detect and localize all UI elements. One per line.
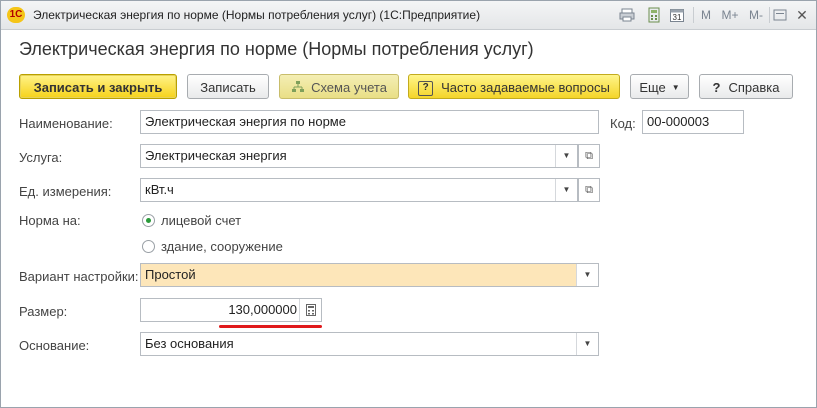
save-and-close-button[interactable]: Записать и закрыть <box>19 74 177 99</box>
norm-label: Норма на: <box>19 213 81 228</box>
memory-plus-button[interactable]: M+ <box>719 7 741 23</box>
unit-label: Ед. измерения: <box>19 184 112 199</box>
name-label: Наименование: <box>19 116 113 131</box>
size-label: Размер: <box>19 304 68 319</box>
unit-open-icon[interactable]: ⧉ <box>578 178 600 202</box>
more-button[interactable]: Еще ▼ <box>630 74 689 99</box>
print-icon[interactable] <box>619 7 635 23</box>
page-title: Электрическая энергия по норме (Нормы по… <box>19 39 534 59</box>
service-label: Услуга: <box>19 150 63 165</box>
unit-dropdown-icon[interactable]: ▼ <box>555 179 577 201</box>
annotation-underline <box>219 325 322 328</box>
app-window: 1С Электрическая энергия по норме (Нормы… <box>0 0 817 408</box>
basis-dropdown-icon[interactable]: ▼ <box>576 333 598 355</box>
window-title: Электрическая энергия по норме (Нормы по… <box>33 8 481 22</box>
calendar-day: 31 <box>672 13 682 22</box>
calculator-icon[interactable] <box>646 7 662 23</box>
toolbar-separator <box>769 7 770 23</box>
radio-building[interactable] <box>142 240 155 253</box>
memory-minus-button[interactable]: M- <box>746 7 766 23</box>
chevron-down-icon: ▼ <box>671 83 680 92</box>
help-label: Справка <box>728 80 780 95</box>
service-open-icon[interactable]: ⧉ <box>578 144 600 168</box>
radio-personal-account[interactable] <box>142 214 155 227</box>
more-label: Еще <box>639 80 666 95</box>
faq-label: Часто задаваемые вопросы <box>441 80 610 95</box>
variant-label: Вариант настройки: <box>19 269 139 284</box>
close-icon[interactable]: ✕ <box>795 7 809 23</box>
unit-field[interactable]: кВт.ч ▼ <box>140 178 578 202</box>
service-dropdown-icon[interactable]: ▼ <box>555 145 577 167</box>
help-question-icon: ? <box>712 80 721 95</box>
save-button[interactable]: Записать <box>187 74 269 99</box>
size-value: 130,000000 <box>228 302 297 317</box>
faq-button[interactable]: ? Часто задаваемые вопросы <box>408 74 620 99</box>
basis-label: Основание: <box>19 338 90 353</box>
help-button[interactable]: ? Справка <box>699 74 793 99</box>
accounting-scheme-label: Схема учета <box>311 80 387 95</box>
accounting-scheme-button[interactable]: Схема учета <box>279 74 399 99</box>
scheme-icon <box>291 75 305 102</box>
name-field[interactable]: Электрическая энергия по норме <box>140 110 599 134</box>
unit-value: кВт.ч <box>145 182 174 197</box>
basis-field[interactable]: Без основания ▼ <box>140 332 599 356</box>
basis-value: Без основания <box>145 336 234 351</box>
service-value: Электрическая энергия <box>145 148 287 163</box>
size-field[interactable]: 130,000000 <box>140 298 322 322</box>
radio-building-label[interactable]: здание, сооружение <box>161 239 283 254</box>
app-logo-icon: 1С <box>7 7 25 23</box>
variant-value: Простой <box>145 267 196 282</box>
code-field[interactable]: 00-000003 <box>642 110 744 134</box>
variant-field[interactable]: Простой ▼ <box>140 263 599 287</box>
radio-personal-account-label[interactable]: лицевой счет <box>161 213 241 228</box>
code-label: Код: <box>610 116 636 131</box>
variant-dropdown-icon[interactable]: ▼ <box>576 264 598 286</box>
calculator-icon[interactable] <box>299 299 321 321</box>
memory-m-button[interactable]: M <box>699 7 713 23</box>
question-icon: ? <box>418 81 434 96</box>
calendar-icon[interactable]: 31 <box>669 7 685 23</box>
title-bar: 1С Электрическая энергия по норме (Нормы… <box>1 1 816 30</box>
service-field[interactable]: Электрическая энергия ▼ <box>140 144 578 168</box>
menu-icon[interactable] <box>773 7 787 23</box>
toolbar-separator <box>693 7 694 23</box>
